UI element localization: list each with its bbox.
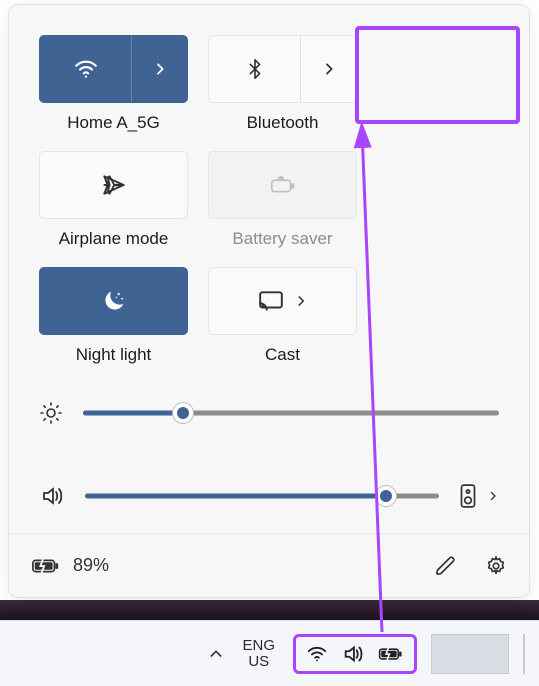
- battery-saver-label: Battery saver: [232, 229, 332, 249]
- volume-icon: [39, 484, 65, 508]
- show-desktop-button[interactable]: [523, 634, 525, 674]
- battery-status-icon[interactable]: [31, 556, 61, 576]
- bluetooth-expand-button[interactable]: [300, 36, 356, 102]
- chevron-right-icon: [294, 294, 308, 308]
- volume-slider[interactable]: [85, 486, 439, 506]
- edit-quick-settings-button[interactable]: [435, 555, 457, 577]
- airplane-mode-tile[interactable]: [39, 151, 188, 219]
- night-light-tile[interactable]: [39, 267, 188, 335]
- volume-icon: [342, 643, 364, 665]
- bluetooth-tile[interactable]: [208, 35, 357, 103]
- battery-saver-tile: [208, 151, 357, 219]
- lang-top: ENG: [242, 638, 275, 654]
- night-light-icon: [100, 287, 128, 315]
- chevron-right-icon: [152, 61, 168, 77]
- wifi-toggle[interactable]: [40, 36, 131, 102]
- panel-footer: 89%: [9, 533, 529, 597]
- night-light-label: Night light: [76, 345, 152, 365]
- bluetooth-icon: [244, 56, 266, 82]
- language-switcher[interactable]: ENG US: [242, 638, 275, 670]
- volume-output-controls: [459, 483, 499, 509]
- airplane-label: Airplane mode: [59, 229, 169, 249]
- brightness-row: [39, 401, 499, 425]
- tile-wrap-airplane: Airplane mode: [39, 151, 188, 249]
- taskbar-clock[interactable]: [431, 634, 509, 674]
- sliders-section: [9, 375, 529, 527]
- tile-wrap-bluetooth: Bluetooth: [208, 35, 357, 133]
- settings-button[interactable]: [485, 555, 507, 577]
- cast-tile[interactable]: [208, 267, 357, 335]
- brightness-thumb[interactable]: [173, 403, 193, 423]
- tile-wrap-cast: Cast: [208, 267, 357, 365]
- brightness-slider[interactable]: [83, 403, 499, 423]
- bluetooth-toggle[interactable]: [209, 36, 300, 102]
- battery-saver-icon: [268, 173, 298, 197]
- wifi-icon: [73, 56, 99, 82]
- wifi-tile[interactable]: [39, 35, 188, 103]
- quick-settings-panel: Home A_5G Bluetooth: [8, 4, 530, 598]
- wifi-expand-button[interactable]: [131, 36, 187, 102]
- battery-icon: [378, 645, 404, 663]
- brightness-icon: [39, 401, 63, 425]
- taskbar: ENG US: [0, 620, 539, 686]
- audio-output-button[interactable]: [459, 483, 477, 509]
- airplane-icon: [101, 172, 127, 198]
- volume-row: [39, 483, 499, 509]
- cast-icon: [258, 290, 284, 312]
- cast-label: Cast: [265, 345, 300, 365]
- tile-wrap-wifi: Home A_5G: [39, 35, 188, 133]
- tile-wrap-night-light: Night light: [39, 267, 188, 365]
- wifi-label: Home A_5G: [67, 113, 160, 133]
- tray-overflow-button[interactable]: [208, 646, 224, 662]
- system-tray[interactable]: [293, 634, 417, 674]
- chevron-right-icon: [321, 61, 337, 77]
- volume-thumb[interactable]: [376, 486, 396, 506]
- tile-wrap-battery-saver: Battery saver: [208, 151, 357, 249]
- battery-percent-text: 89%: [73, 555, 109, 576]
- quick-tiles-grid: Home A_5G Bluetooth: [9, 5, 529, 375]
- bluetooth-label: Bluetooth: [247, 113, 319, 133]
- chevron-right-icon[interactable]: [487, 490, 499, 502]
- lang-bottom: US: [248, 654, 269, 670]
- wallpaper-strip: [0, 600, 539, 620]
- wifi-icon: [306, 643, 328, 665]
